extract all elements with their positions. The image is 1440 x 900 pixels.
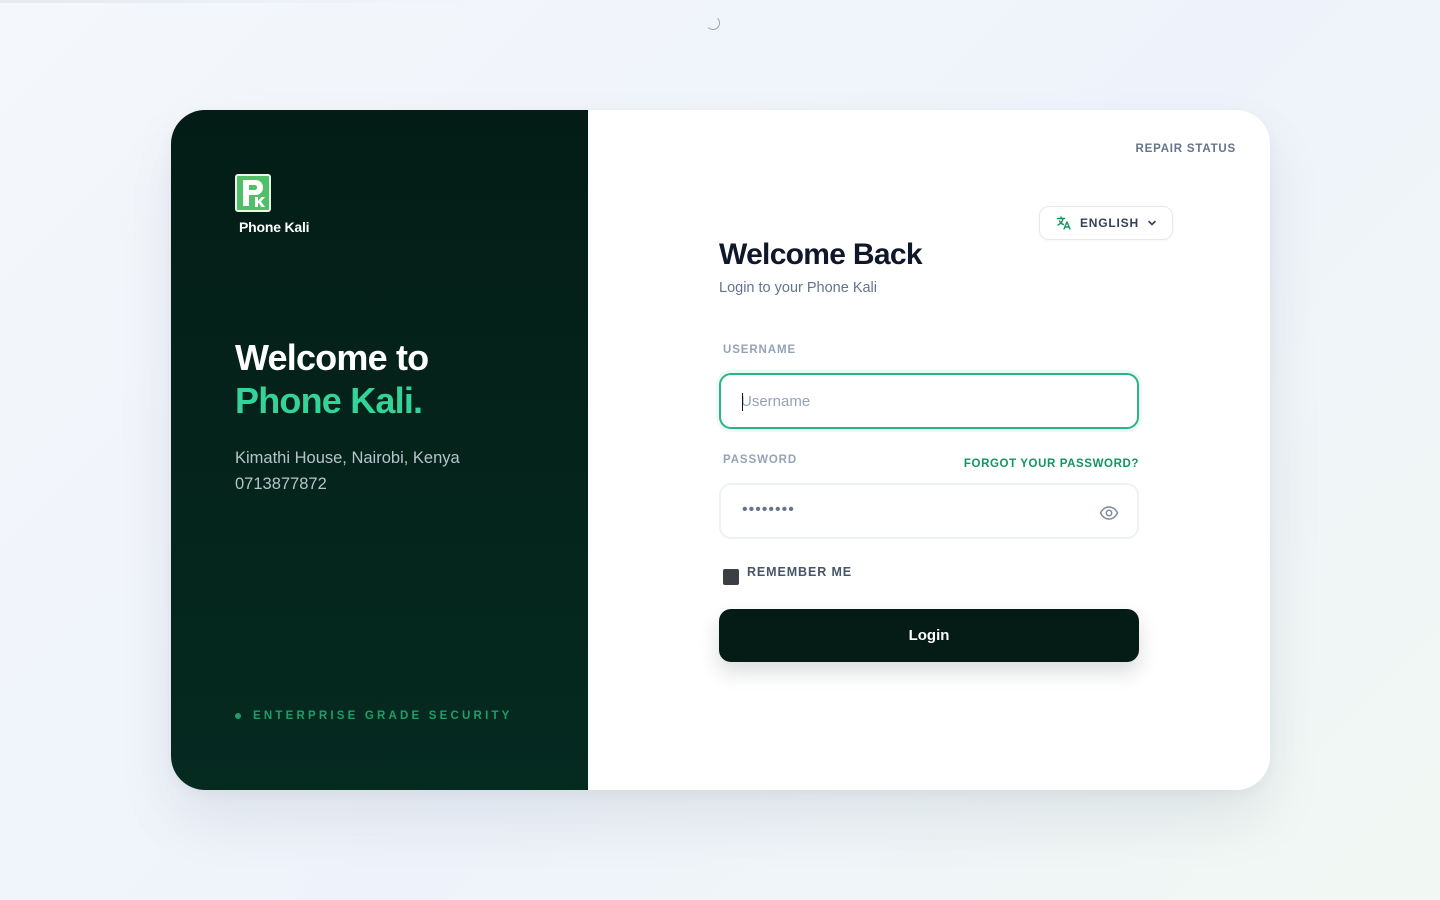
brand-name: Phone Kali — [239, 219, 310, 235]
eye-icon[interactable] — [1099, 503, 1119, 523]
address-text: Kimathi House, Nairobi, Kenya — [235, 449, 460, 467]
language-selector[interactable]: ENGLISH — [1039, 206, 1173, 240]
page-load-progress-bar — [0, 0, 480, 3]
forgot-password-link[interactable]: FORGOT YOUR PASSWORD? — [964, 458, 1139, 470]
hero-title: Welcome to Phone Kali. — [235, 336, 429, 422]
brand-panel: Phone Kali Welcome to Phone Kali. Kimath… — [171, 110, 588, 790]
language-label: ENGLISH — [1080, 216, 1139, 230]
login-panel: REPAIR STATUS ENGLISH Welcome Back Login… — [588, 110, 1270, 790]
remember-me-label[interactable]: REMEMBER ME — [747, 565, 852, 579]
password-label: PASSWORD — [723, 454, 798, 466]
login-button[interactable]: Login — [719, 609, 1139, 662]
phone-text: 0713877872 — [235, 475, 327, 493]
repair-status-link[interactable]: REPAIR STATUS — [1136, 143, 1237, 155]
remember-me-checkbox[interactable] — [723, 569, 739, 585]
status-dot-icon — [235, 713, 241, 719]
security-badge: ENTERPRISE GRADE SECURITY — [235, 710, 513, 722]
login-card: Phone Kali Welcome to Phone Kali. Kimath… — [171, 110, 1270, 790]
text-caret — [742, 393, 743, 411]
username-field-wrapper — [719, 373, 1139, 429]
remember-me-row: REMEMBER ME — [723, 565, 852, 585]
form-subtitle: Login to your Phone Kali — [719, 280, 877, 296]
username-label: USERNAME — [723, 344, 797, 356]
hero-title-line1: Welcome to — [235, 337, 429, 378]
chevron-down-icon — [1148, 220, 1156, 226]
password-field[interactable]: •••••••• — [719, 483, 1139, 539]
form-title: Welcome Back — [719, 238, 923, 271]
loading-spinner-icon — [706, 16, 720, 30]
password-masked-value: •••••••• — [742, 501, 795, 518]
contact-info: Kimathi House, Nairobi, Kenya 0713877872 — [235, 445, 460, 497]
translate-icon — [1056, 216, 1071, 230]
username-input[interactable] — [721, 375, 1137, 427]
phone-kali-logo-icon — [235, 174, 271, 212]
security-text: ENTERPRISE GRADE SECURITY — [253, 710, 513, 722]
hero-title-line2: Phone Kali. — [235, 380, 423, 421]
